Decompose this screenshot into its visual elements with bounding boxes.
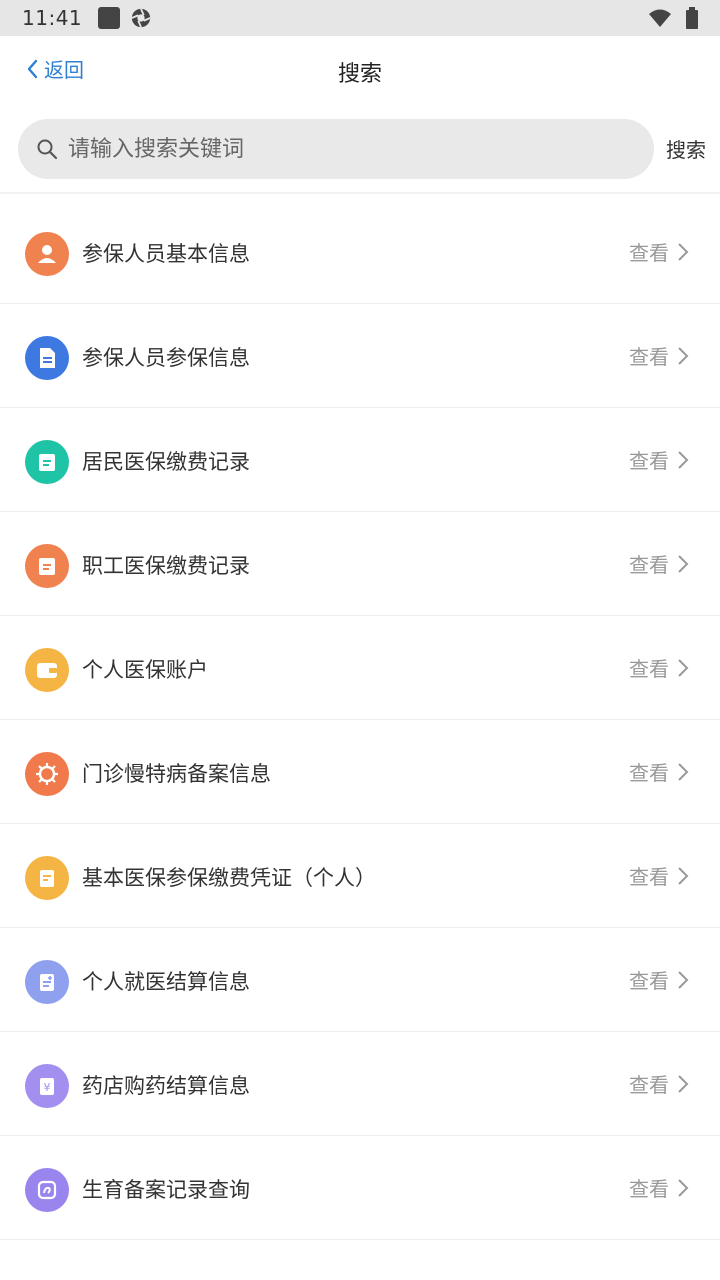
list-item[interactable]: ¥ 药店购药结算信息 查看 [0,1032,720,1136]
document-icon [25,336,69,380]
list-item[interactable]: 生育备案记录查询 查看 [0,1136,720,1240]
list-item[interactable]: 基本医保参保缴费凭证（个人） 查看 [0,824,720,928]
list-item-label: 参保人员参保信息 [82,346,250,370]
list-item-label: 个人就医结算信息 [82,970,250,994]
list-item[interactable]: 个人就医结算信息 查看 [0,928,720,1032]
view-link[interactable]: 查看 [629,445,669,474]
status-bar: 11:41 [0,0,720,36]
result-list: 参保人员基本信息 查看 参保人员参保信息 查看 居民医保缴费记录 查看 职工医保… [0,200,720,1240]
list-item-label: 职工医保缴费记录 [82,554,250,578]
view-link[interactable]: 查看 [629,653,669,682]
chevron-right-icon [678,1179,689,1197]
notification-square-icon [98,7,121,29]
search-icon [37,139,58,160]
list-item-label: 基本医保参保缴费凭证（个人） [82,866,376,890]
wifi-icon [649,9,671,27]
list-item-label: 个人医保账户 [82,658,208,682]
list-item[interactable]: 参保人员基本信息 查看 [0,200,720,304]
view-link[interactable]: 查看 [629,237,669,266]
chevron-right-icon [678,347,689,365]
status-time: 11:41 [22,6,83,30]
app-header: 返回 搜索 [0,36,720,106]
view-link[interactable]: 查看 [629,861,669,890]
search-input[interactable] [66,135,610,163]
list-item-label: 生育备案记录查询 [82,1178,250,1202]
chevron-right-icon [678,763,689,781]
view-link[interactable]: 查看 [629,965,669,994]
list-item[interactable]: 职工医保缴费记录 查看 [0,512,720,616]
wallet-icon [25,648,69,692]
search-box[interactable] [18,119,654,179]
svg-text:¥: ¥ [44,1081,51,1094]
divider [0,192,720,194]
view-link[interactable]: 查看 [629,341,669,370]
list-item-label: 居民医保缴费记录 [82,450,250,474]
virus-icon [25,752,69,796]
chevron-right-icon [678,971,689,989]
chevron-right-icon [678,1075,689,1093]
list-item-label: 参保人员基本信息 [82,242,250,266]
chevron-right-icon [678,867,689,885]
medical-record-icon [25,960,69,1004]
view-link[interactable]: 查看 [629,549,669,578]
aperture-icon [131,8,151,28]
search-bar: 搜索 [0,106,720,192]
receipt-icon [25,440,69,484]
certificate-icon [25,856,69,900]
chevron-right-icon [678,659,689,677]
receipt-icon [25,544,69,588]
chevron-right-icon [678,451,689,469]
person-icon [25,232,69,276]
maternity-icon [25,1168,69,1212]
search-button[interactable]: 搜索 [666,134,706,163]
list-item[interactable]: 个人医保账户 查看 [0,616,720,720]
battery-icon [686,7,698,29]
yuan-receipt-icon: ¥ [25,1064,69,1108]
view-link[interactable]: 查看 [629,1173,669,1202]
list-item-label: 门诊慢特病备案信息 [82,762,271,786]
list-item[interactable]: 参保人员参保信息 查看 [0,304,720,408]
chevron-right-icon [678,243,689,261]
list-item[interactable]: 居民医保缴费记录 查看 [0,408,720,512]
page-title: 搜索 [337,62,382,87]
view-link[interactable]: 查看 [629,757,669,786]
list-item[interactable]: 门诊慢特病备案信息 查看 [0,720,720,824]
chevron-right-icon [678,555,689,573]
view-link[interactable]: 查看 [629,1069,669,1098]
list-item-label: 药店购药结算信息 [82,1074,250,1098]
